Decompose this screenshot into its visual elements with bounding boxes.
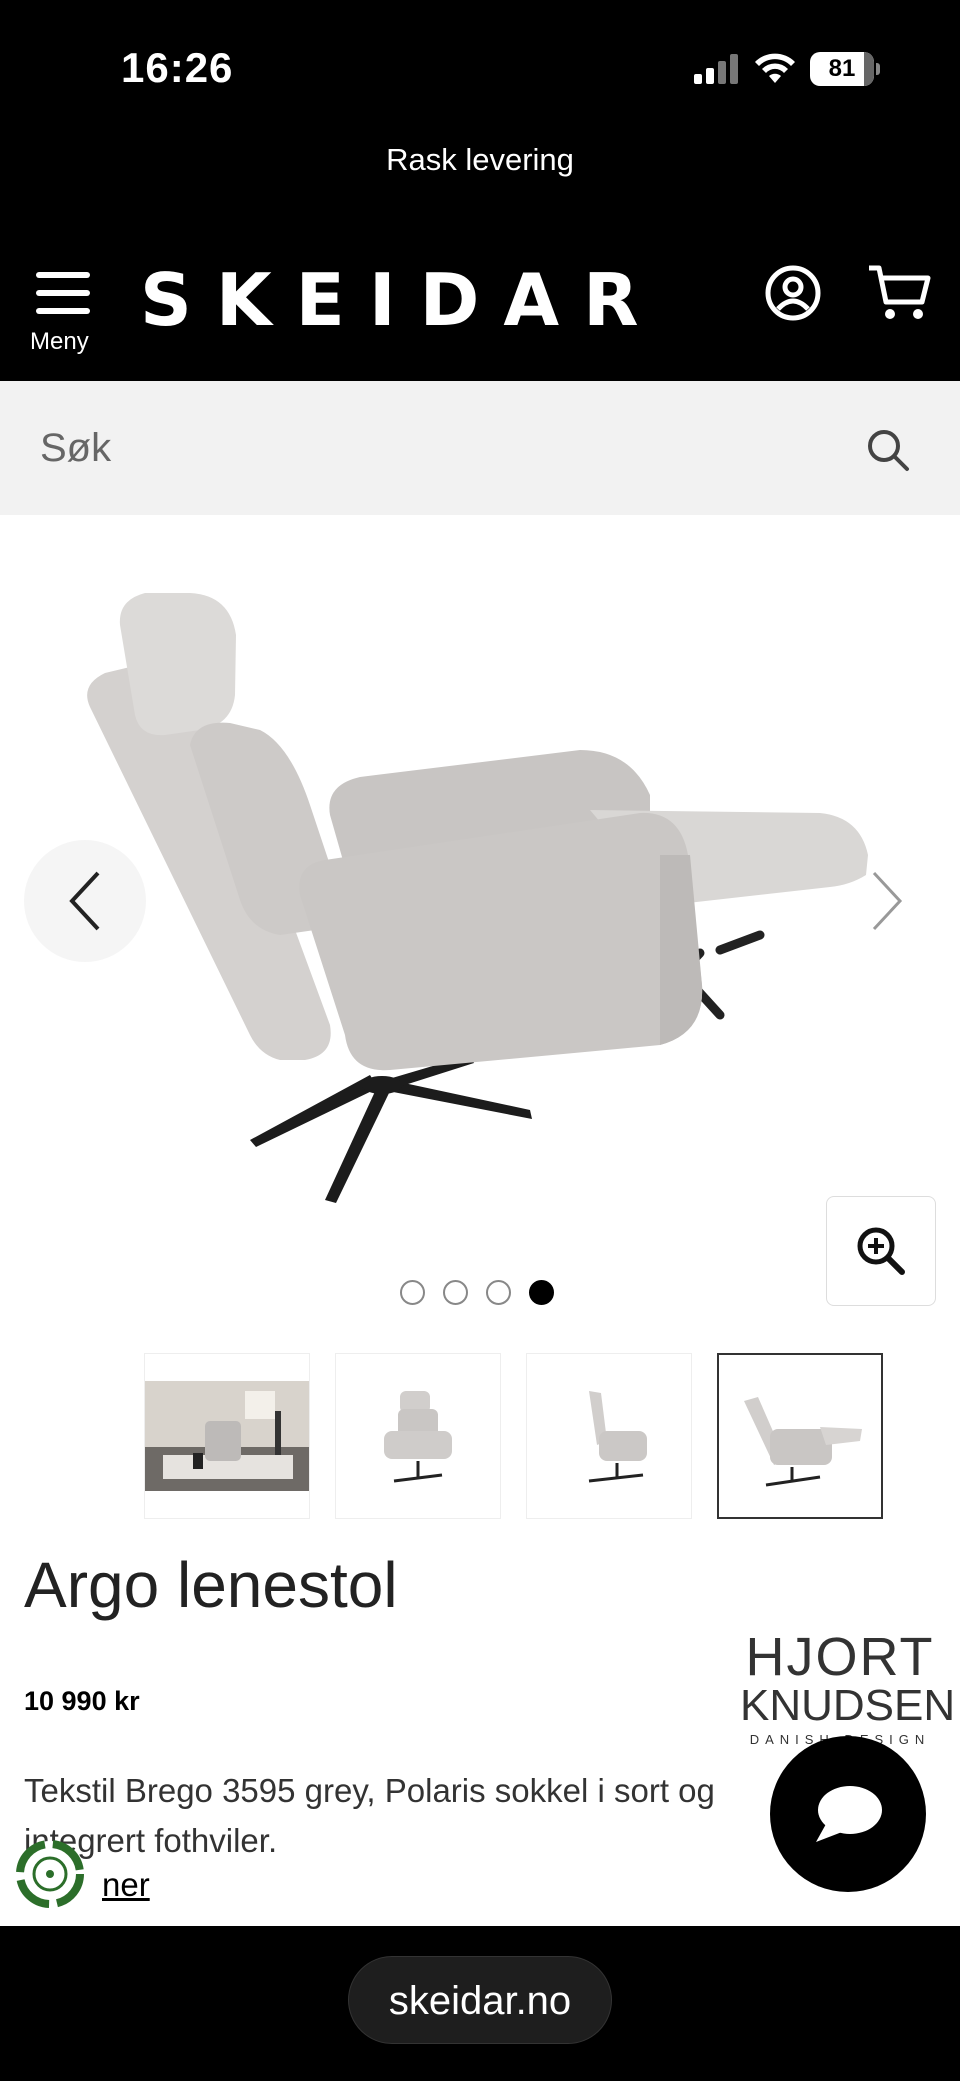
thumbnail[interactable] [144, 1353, 310, 1519]
thumbnail-strip [144, 1353, 883, 1519]
product-description: Tekstil Brego 3595 grey, Polaris sokkel … [24, 1772, 715, 1859]
chat-button[interactable] [770, 1736, 926, 1892]
menu-label: Meny [30, 328, 89, 355]
status-time: 16:26 [121, 44, 234, 91]
user-icon [765, 265, 821, 321]
search-button[interactable] [866, 428, 910, 477]
chat-bubble-icon [816, 1786, 882, 1842]
pagination-dot[interactable] [400, 1280, 425, 1305]
pagination-dot[interactable] [443, 1280, 468, 1305]
product-title: Argo lenestol [24, 1549, 398, 1621]
search-bar [0, 381, 960, 515]
read-more-link[interactable]: ner [102, 1866, 150, 1904]
search-icon [868, 430, 909, 471]
thumbnail-selected[interactable] [717, 1353, 883, 1519]
eco-badge[interactable] [14, 1838, 86, 1910]
cellular-signal-icon [694, 54, 738, 84]
battery-icon: 81 [810, 52, 880, 86]
status-icons: 81 [694, 52, 880, 86]
site-header: Meny SKEIDAR [0, 190, 960, 381]
gallery-pagination [400, 1280, 554, 1305]
account-button[interactable] [765, 265, 821, 321]
zoom-in-icon [857, 1227, 905, 1275]
zoom-button[interactable] [826, 1196, 936, 1306]
site-logo[interactable]: SKEIDAR [140, 258, 663, 342]
product-image[interactable] [60, 555, 900, 1235]
cart-icon [869, 265, 931, 319]
thumbnail[interactable] [335, 1353, 501, 1519]
next-image-button[interactable] [842, 840, 932, 962]
pagination-dot-active[interactable] [529, 1280, 554, 1305]
hamburger-icon [36, 272, 90, 314]
product-price: 10 990 kr [24, 1686, 140, 1716]
cart-button[interactable] [866, 262, 932, 322]
recycle-icon [16, 1840, 84, 1908]
wifi-icon [755, 53, 795, 83]
chevron-left-icon [69, 871, 100, 931]
chevron-right-icon [872, 871, 903, 931]
thumbnail[interactable] [526, 1353, 692, 1519]
previous-image-button[interactable] [24, 840, 146, 962]
status-bar: 16:26 81 [0, 0, 960, 130]
chair-front-image [384, 1391, 452, 1483]
brand-logo[interactable]: HJORT KNUDSEN DANISH DESIGN [740, 1630, 955, 1747]
promo-banner[interactable]: Rask levering [0, 130, 960, 190]
chair-reclined-image [744, 1397, 862, 1487]
search-input[interactable] [40, 411, 820, 485]
pagination-dot[interactable] [486, 1280, 511, 1305]
url-bar[interactable]: skeidar.no [348, 1956, 612, 2044]
browser-bar: skeidar.no [0, 1926, 960, 2081]
battery-level: 81 [828, 55, 856, 82]
room-scene-image [145, 1381, 309, 1491]
chair-side-image [588, 1391, 647, 1483]
